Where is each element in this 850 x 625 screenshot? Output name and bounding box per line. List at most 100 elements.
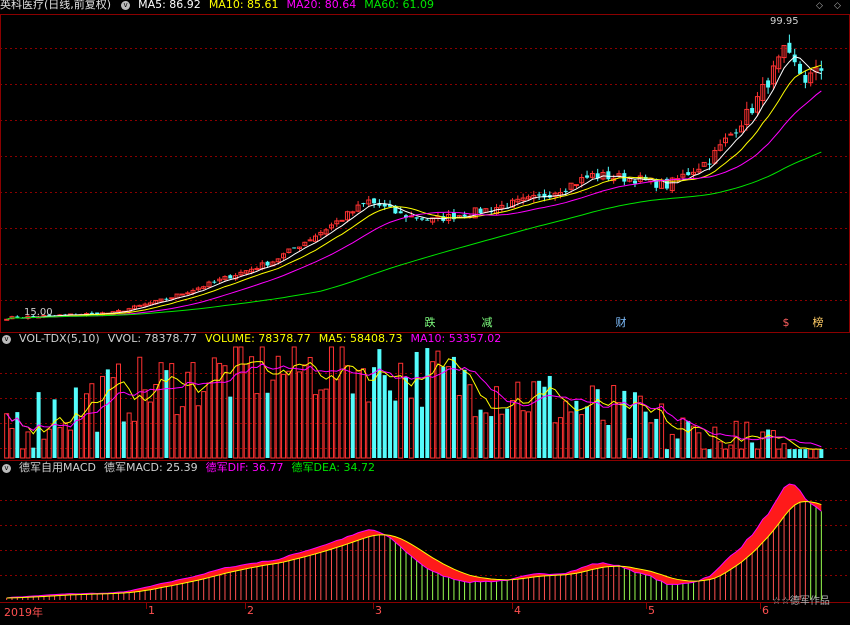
volume-bar (733, 420, 739, 459)
volume-bar (680, 417, 686, 459)
volume-bar (20, 448, 26, 459)
volume-bar (419, 406, 424, 458)
candle-body (585, 175, 590, 178)
volume-bar (190, 362, 196, 459)
volume-bar (531, 381, 537, 459)
volume-bar (701, 448, 707, 459)
stock-chart (0, 14, 850, 609)
volume-bar (126, 412, 132, 459)
volume-bar (4, 413, 10, 459)
volume-bar (62, 422, 68, 459)
candle-body (339, 219, 345, 222)
volume-bar (46, 428, 52, 459)
volume-bar (664, 449, 669, 458)
x-axis-month-3: 3 (375, 604, 382, 617)
volume-bar (781, 443, 787, 459)
candle-body (254, 268, 260, 271)
macd-options-icon[interactable]: v (2, 463, 11, 473)
volume-bar (115, 363, 121, 459)
volume-bar (505, 408, 510, 458)
expand-icon[interactable]: ◇ (834, 1, 841, 11)
low-price-label: 15.00 (24, 307, 53, 318)
volume-bar (52, 399, 57, 458)
candle-body (728, 133, 734, 136)
volume-bar (441, 366, 446, 458)
candle-body (606, 171, 611, 180)
marker-cai[interactable]: 财 (614, 316, 628, 330)
main-options-icon[interactable]: v (121, 0, 131, 10)
ma20-line (6, 90, 822, 320)
volume-bar (344, 365, 350, 459)
high-price-label: 99.95 (770, 16, 799, 27)
volume-bar (483, 412, 489, 459)
volume-bar (738, 448, 744, 459)
volume-bar (265, 392, 270, 458)
volume-bar (568, 411, 574, 459)
volume-bar (137, 356, 143, 459)
ma60-readout: MA60: 61.09 (364, 0, 434, 11)
candle-body (734, 132, 739, 134)
volume-bar (68, 429, 74, 459)
volume-bar (675, 438, 680, 458)
volume-bar (451, 356, 456, 458)
volume-bar (686, 420, 691, 458)
volume-bar (643, 411, 648, 458)
volume-bar (393, 400, 398, 458)
x-axis-month-5: 5 (648, 604, 655, 617)
volume-bar (611, 385, 617, 459)
volume-bar (563, 400, 569, 459)
volume-bar (446, 366, 452, 459)
volume-bar (589, 385, 595, 459)
volume-bar (307, 356, 313, 459)
candle-body (787, 42, 792, 53)
volume-bar (31, 447, 36, 458)
volume-bar (174, 414, 180, 459)
candle-body (169, 297, 175, 300)
volume-bar (158, 362, 164, 459)
watermark: ☆☆德军作品 (772, 596, 830, 607)
volume-readout: VOLUME: 78378.77 (205, 332, 311, 345)
ma10-line (6, 64, 822, 320)
volume-bar (515, 381, 521, 459)
volume-bar (270, 379, 276, 459)
volume-bar (179, 406, 185, 459)
diamond-icon[interactable]: ◇ (816, 1, 823, 11)
volume-bar (211, 357, 217, 459)
x-axis-month-6: 6 (762, 604, 769, 617)
candle-body (414, 217, 419, 219)
volume-bar (467, 384, 473, 459)
volume-bar (770, 430, 776, 459)
volume-bar (78, 415, 84, 459)
vol-panel-header: v VOL-TDX(5,10) VVOL: 78378.77 VOLUME: 7837… (0, 331, 509, 347)
dea-readout: 德军DEA: 34.72 (291, 461, 375, 474)
volume-bar (195, 405, 201, 459)
volume-bar (360, 368, 366, 459)
volume-bar (754, 448, 760, 459)
candle-body (292, 247, 297, 249)
marker-bang[interactable]: 榜 (811, 316, 825, 330)
marker-jian[interactable]: 减 (480, 316, 494, 330)
candle-body (361, 203, 366, 205)
volume-bar (787, 449, 792, 458)
vol-ma5-line (6, 358, 822, 450)
marker-dollar[interactable]: $ (779, 316, 793, 330)
vol-options-icon[interactable]: v (2, 334, 11, 344)
volume-bar (328, 346, 334, 459)
volume-bar (100, 375, 106, 459)
volume-bar (712, 426, 718, 459)
volume-bar (121, 421, 126, 458)
volume-bar (366, 401, 372, 459)
volume-bar (776, 448, 782, 459)
volume-bar (462, 369, 467, 458)
ma60-line (6, 151, 822, 320)
volume-bar (525, 411, 531, 459)
x-axis-month-2: 2 (247, 604, 254, 617)
volume-bar (622, 390, 627, 458)
candle-body (803, 75, 808, 83)
volume-bar (659, 403, 665, 459)
x-axis-month-4: 4 (514, 604, 521, 617)
volume-bar (291, 346, 297, 459)
volume-bar (25, 431, 31, 459)
candle-body (537, 194, 542, 196)
marker-die[interactable]: 跌 (423, 316, 437, 330)
